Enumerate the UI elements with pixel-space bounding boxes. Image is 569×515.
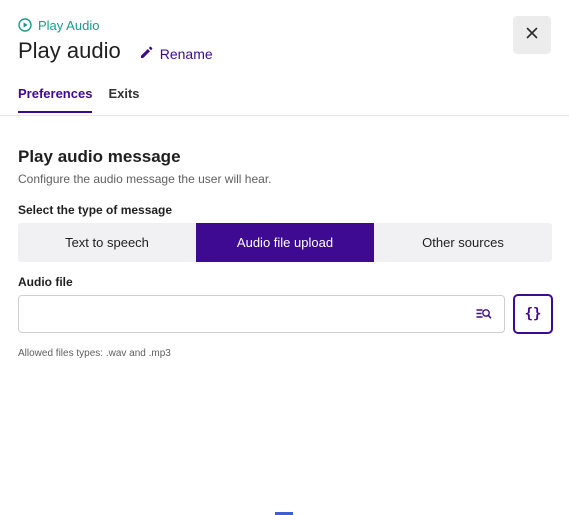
tabs-divider — [0, 115, 569, 116]
variable-button[interactable]: {} — [513, 294, 553, 334]
option-other-sources[interactable]: Other sources — [374, 223, 552, 262]
tab-exits[interactable]: Exits — [108, 86, 139, 113]
allowed-file-types-hint: Allowed files types: .wav and .mp3 — [18, 348, 171, 359]
node-type-label: Play Audio — [18, 16, 551, 34]
message-type-label: Select the type of message — [18, 203, 173, 217]
rename-label: Rename — [159, 46, 213, 62]
close-icon — [526, 26, 538, 44]
pencil-icon — [139, 45, 154, 63]
audio-file-field — [18, 295, 505, 333]
play-circle-icon — [18, 18, 32, 32]
search-list-icon[interactable] — [476, 307, 492, 326]
page-title: Play audio — [18, 38, 121, 63]
rename-button[interactable]: Rename — [139, 45, 213, 63]
audio-file-input[interactable] — [19, 296, 459, 332]
audio-file-label: Audio file — [18, 275, 73, 289]
option-text-to-speech[interactable]: Text to speech — [18, 223, 196, 262]
section-title: Play audio message — [18, 147, 181, 166]
tab-preferences[interactable]: Preferences — [18, 86, 93, 113]
tab-bar: Preferences Exits — [18, 86, 140, 113]
node-type-text: Play Audio — [38, 17, 100, 33]
close-button[interactable] — [513, 16, 551, 54]
panel-header: Play Audio Play audio Rename — [18, 16, 551, 65]
message-type-selector: Text to speech Audio file upload Other s… — [18, 223, 552, 262]
option-audio-file-upload[interactable]: Audio file upload — [196, 223, 374, 262]
section-description: Configure the audio message the user wil… — [18, 172, 272, 186]
